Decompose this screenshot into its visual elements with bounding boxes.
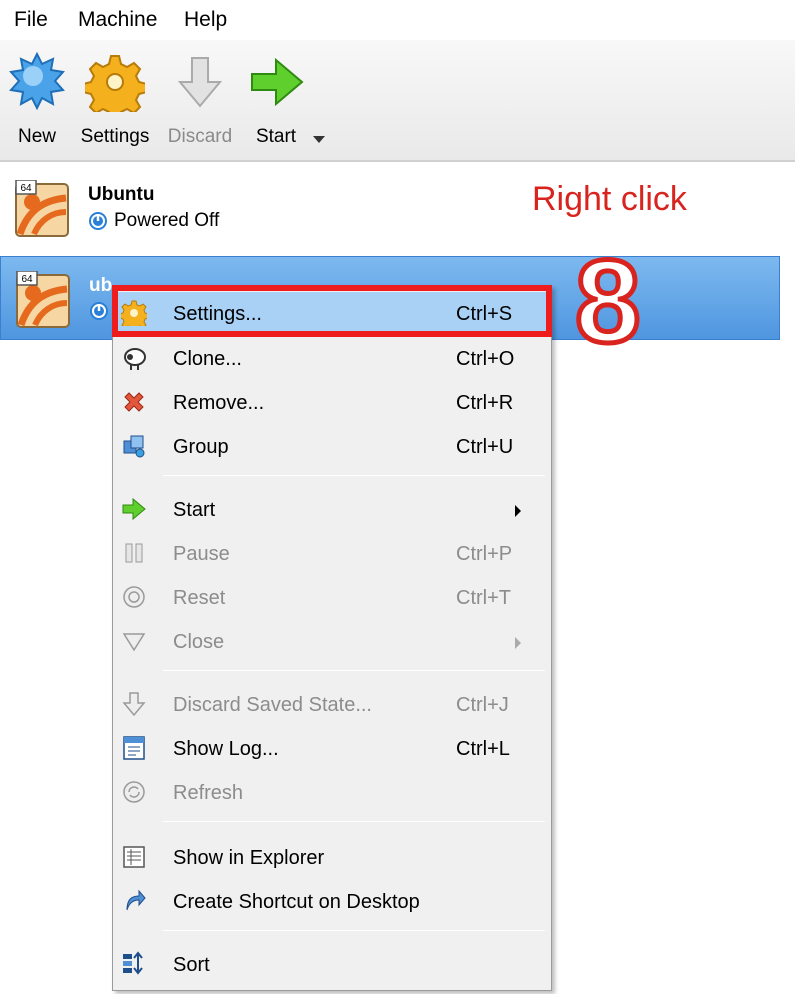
menu-file[interactable]: File xyxy=(14,8,48,32)
menu-item-label: Reset xyxy=(173,587,226,609)
menu-item-label: Group xyxy=(173,436,229,458)
menu-item-remove[interactable]: Remove... Ctrl+R xyxy=(113,381,551,425)
ubuntu-os-icon: 64 xyxy=(16,271,70,328)
menu-item-shortcut: Ctrl+J xyxy=(456,694,509,716)
menu-item-label: Sort xyxy=(173,954,210,976)
discard-arrow-icon xyxy=(122,692,146,717)
discard-label: Discard xyxy=(167,126,233,147)
start-button[interactable]: Start xyxy=(244,40,308,160)
menu-item-shortcut: Ctrl+S xyxy=(456,303,513,325)
menu-item-discard-saved-state[interactable]: Discard Saved State... Ctrl+J xyxy=(113,683,551,727)
menu-separator xyxy=(163,475,545,476)
menu-item-shortcut: Ctrl+R xyxy=(456,392,514,414)
group-icon xyxy=(123,435,145,458)
discard-button[interactable]: Discard xyxy=(165,40,235,160)
new-icon xyxy=(9,52,65,111)
menu-item-show-log[interactable]: Show Log... Ctrl+L xyxy=(113,727,551,771)
remove-x-icon xyxy=(124,392,144,412)
menu-item-sort[interactable]: Sort xyxy=(113,943,551,987)
menu-machine[interactable]: Machine xyxy=(78,8,157,32)
ubuntu-os-icon: 64 xyxy=(15,180,69,237)
powered-off-icon xyxy=(89,212,107,230)
pause-icon xyxy=(125,543,143,563)
menu-item-label: Pause xyxy=(173,543,230,565)
menu-item-label: Show Log... xyxy=(173,738,279,760)
menu-item-show-in-explorer[interactable]: Show in Explorer xyxy=(113,836,551,880)
menu-item-shortcut: Ctrl+U xyxy=(456,436,514,458)
menu-bar: File Machine Help xyxy=(0,0,795,40)
sort-icon xyxy=(123,951,143,975)
menu-separator xyxy=(163,930,545,931)
annotation-instruction: Right click xyxy=(532,180,687,218)
context-menu: Settings... Ctrl+S Clone... Ctrl+O Remov… xyxy=(112,285,552,991)
svg-text:64: 64 xyxy=(21,274,33,285)
submenu-arrow-icon xyxy=(515,505,521,517)
menu-item-create-shortcut[interactable]: Create Shortcut on Desktop xyxy=(113,880,551,924)
shortcut-arrow-icon xyxy=(126,889,146,911)
submenu-arrow-icon xyxy=(515,637,521,649)
gear-icon xyxy=(85,55,145,112)
vm-status xyxy=(89,301,109,321)
menu-item-refresh[interactable]: Refresh xyxy=(113,771,551,815)
toolbar: New Settings Discard Start xyxy=(0,40,795,162)
menu-item-label: Start xyxy=(173,499,216,521)
menu-item-settings[interactable]: Settings... Ctrl+S xyxy=(113,292,551,336)
log-icon xyxy=(123,736,145,760)
menu-separator xyxy=(163,670,545,671)
explorer-icon xyxy=(123,846,145,868)
menu-item-start[interactable]: Start xyxy=(113,488,551,532)
menu-item-pause[interactable]: Pause Ctrl+P xyxy=(113,532,551,576)
start-arrow-icon xyxy=(122,497,146,521)
settings-button[interactable]: Settings xyxy=(80,40,150,160)
menu-item-reset[interactable]: Reset Ctrl+T xyxy=(113,576,551,620)
new-label: New xyxy=(17,126,56,147)
menu-item-label: Discard Saved State... xyxy=(173,694,372,716)
annotation-step-number: 8 xyxy=(573,236,644,368)
reset-icon xyxy=(123,586,145,608)
menu-item-label: Remove... xyxy=(173,392,265,414)
powered-off-icon xyxy=(90,302,108,320)
menu-item-shortcut: Ctrl+L xyxy=(456,738,510,760)
menu-item-shortcut: Ctrl+O xyxy=(456,348,515,370)
menu-item-label: Refresh xyxy=(173,782,244,804)
menu-item-label: Show in Explorer xyxy=(173,847,325,869)
menu-item-shortcut: Ctrl+P xyxy=(456,543,513,565)
new-button[interactable]: New xyxy=(6,40,68,160)
menu-item-close[interactable]: Close xyxy=(113,620,551,664)
vm-status: Powered Off xyxy=(88,210,219,232)
start-label: Start xyxy=(255,126,297,147)
discard-arrow-icon xyxy=(177,57,223,108)
start-arrow-icon xyxy=(251,57,304,107)
svg-text:64: 64 xyxy=(20,183,32,194)
menu-separator xyxy=(163,821,545,822)
menu-item-group[interactable]: Group Ctrl+U xyxy=(113,425,551,469)
vm-name: Ubuntu xyxy=(88,184,155,205)
menu-help[interactable]: Help xyxy=(184,8,227,32)
menu-item-label: Create Shortcut on Desktop xyxy=(173,891,420,913)
refresh-icon xyxy=(123,781,145,803)
clone-sheep-icon xyxy=(124,348,146,370)
gear-icon xyxy=(121,300,147,326)
menu-item-label: Settings... xyxy=(173,303,262,325)
vm-name: ub xyxy=(89,275,113,296)
menu-item-clone[interactable]: Clone... Ctrl+O xyxy=(113,337,551,381)
close-triangle-icon xyxy=(122,633,146,652)
menu-item-label: Clone... xyxy=(173,348,242,370)
vm-status-label: Powered Off xyxy=(114,210,220,231)
start-dropdown-icon[interactable] xyxy=(313,136,325,143)
menu-item-shortcut: Ctrl+T xyxy=(456,587,511,609)
menu-item-label: Close xyxy=(173,631,225,653)
settings-label: Settings xyxy=(80,126,150,147)
